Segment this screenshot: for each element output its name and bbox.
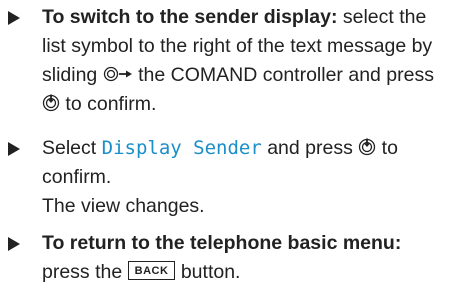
- instruction-step-switch-sender: To switch to the sender display: select …: [8, 3, 452, 119]
- step-text: Select: [42, 137, 102, 159]
- step-text: the COMAND controller and press: [132, 64, 434, 86]
- menu-item-display-sender: Display Sender: [101, 137, 262, 159]
- controller-press-icon: [42, 94, 60, 112]
- step-heading: To switch to the sender display:: [42, 6, 338, 28]
- controller-slide-right-icon: [103, 66, 133, 82]
- step-text: button.: [175, 261, 241, 283]
- step-text: and press: [261, 137, 359, 159]
- step-result-text: The view changes.: [42, 195, 205, 217]
- step-text: press the: [42, 261, 128, 283]
- instruction-step-return-menu: To return to the telephone basic menu: p…: [8, 229, 452, 287]
- back-key-symbol: BACK: [127, 261, 176, 281]
- step-text: to confirm.: [60, 93, 157, 115]
- step-bullet-triangle-icon: [8, 142, 20, 156]
- instruction-step-display-sender: Select Display Sender and press to confi…: [8, 134, 452, 221]
- step-bullet-triangle-icon: [8, 237, 20, 251]
- step-heading: To return to the telephone basic menu:: [42, 232, 402, 254]
- step-bullet-triangle-icon: [8, 11, 20, 25]
- controller-press-icon: [358, 138, 376, 156]
